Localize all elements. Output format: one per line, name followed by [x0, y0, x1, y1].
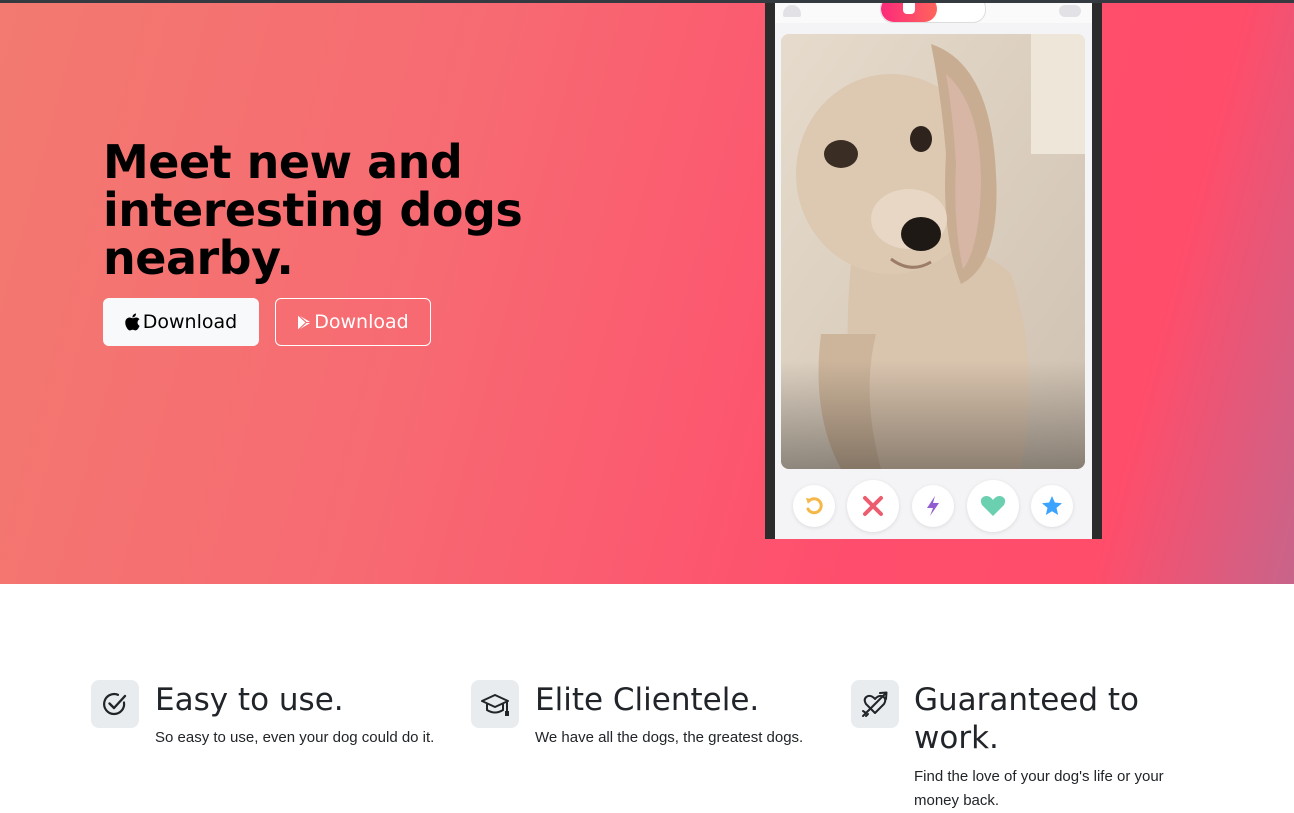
phone-mockup	[765, 3, 1102, 539]
heart-arrow-icon	[862, 691, 888, 717]
features-section: Easy to use. So easy to use, even your d…	[0, 584, 1294, 813]
rewind-button[interactable]	[793, 485, 835, 527]
hero-title: Meet new and interesting dogs nearby.	[103, 135, 523, 285]
boost-icon	[927, 496, 939, 516]
hero-section: Meet new and interesting dogs nearby. Do…	[0, 3, 1294, 584]
flame-icon	[903, 3, 915, 14]
profile-icon[interactable]	[783, 5, 801, 17]
rewind-icon	[806, 497, 823, 515]
feature-icon-box	[851, 680, 899, 728]
feature-icon-box	[471, 680, 519, 728]
feature-text: We have all the dogs, the greatest dogs.	[535, 729, 804, 746]
feature-title: Guaranteed to work.	[914, 682, 1140, 756]
dog-photo[interactable]	[781, 34, 1085, 469]
feature-text: Find the love of your dog's life or your…	[914, 768, 1164, 809]
feature-text: So easy to use, even your dog could do i…	[155, 729, 435, 746]
nope-button[interactable]	[847, 480, 899, 532]
apple-download-label: Download	[142, 311, 238, 333]
apple-icon	[125, 313, 140, 331]
feature-icon-box	[91, 680, 139, 728]
like-icon	[980, 495, 1006, 516]
apple-download-button[interactable]: Download	[103, 298, 259, 346]
google-play-download-button[interactable]: Download	[275, 298, 431, 346]
google-play-icon	[297, 313, 312, 331]
super-like-icon	[1042, 496, 1062, 515]
like-button[interactable]	[967, 480, 1019, 532]
graduation-cap-icon	[481, 694, 509, 716]
super-like-button[interactable]	[1031, 485, 1073, 527]
phone-screen	[775, 3, 1092, 539]
feature-title: Easy to use.	[155, 682, 344, 718]
google-play-download-label: Download	[314, 311, 409, 333]
mode-toggle[interactable]	[880, 3, 986, 23]
chat-icon[interactable]	[1059, 5, 1081, 17]
feature-title: Elite Clientele.	[535, 682, 760, 718]
boost-button[interactable]	[912, 485, 954, 527]
nope-icon	[863, 496, 883, 516]
app-header	[775, 3, 1092, 23]
check-circle-icon	[103, 692, 127, 716]
swipe-actions	[775, 479, 1092, 532]
